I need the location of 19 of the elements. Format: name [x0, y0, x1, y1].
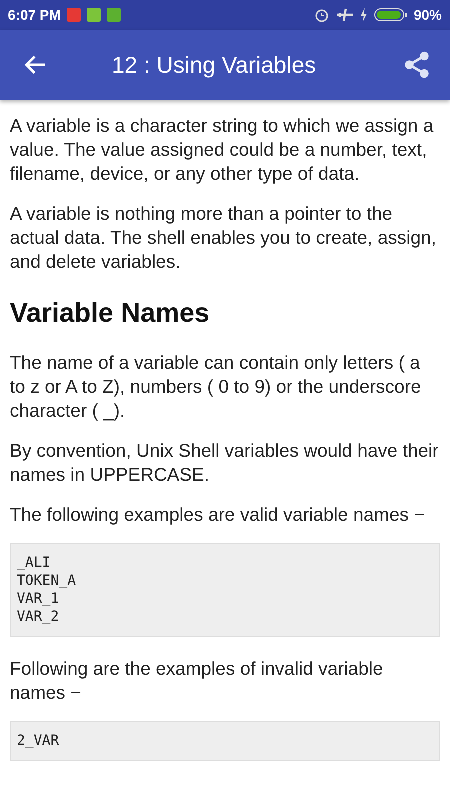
- paragraph: A variable is a character string to which we assign a value. The value assigned could be a number, text, filename, device, or any other type of data.: [10, 114, 435, 186]
- charging-icon: [360, 8, 368, 22]
- alarm-icon: [314, 7, 330, 23]
- notification-icon: [66, 8, 81, 22]
- paragraph: Following are the examples of invalid variable names −: [10, 657, 384, 705]
- notification-icon: [106, 8, 121, 22]
- paragraph: The name of a variable can contain only letters ( a to z or A to Z), numbers ( 0 to 9) or the underscore character ( _).: [10, 351, 422, 423]
- code-block: _ALI TOKEN_A VAR_1 VAR_2: [10, 543, 440, 637]
- share-icon[interactable]: [402, 50, 432, 80]
- notification-icon: [86, 8, 101, 22]
- battery-icon: [374, 8, 408, 22]
- status-time: 6:07 PM: [8, 7, 61, 23]
- paragraph: A variable is nothing more than a pointer to the actual data. The shell enables you to create, assign, and delete variables.: [10, 202, 438, 274]
- battery-percent: 90%: [414, 7, 442, 23]
- paragraph: By convention, Unix Shell variables would have their names in UPPERCASE.: [10, 439, 440, 487]
- paragraph: The following examples are valid variable names −: [10, 503, 426, 527]
- section-heading: Variable Names: [10, 298, 211, 329]
- app-bar-title: 12 : Using Variables: [112, 52, 318, 78]
- code-block: 2_VAR: [10, 721, 440, 761]
